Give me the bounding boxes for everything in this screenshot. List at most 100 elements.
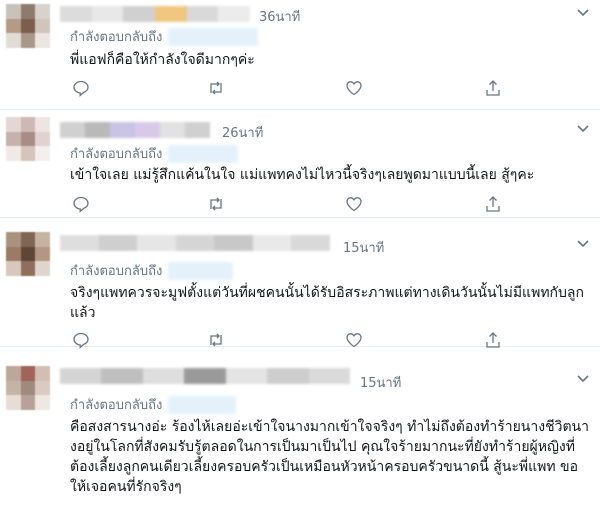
- name-pixel: [267, 368, 309, 384]
- name-pixel: [101, 368, 143, 384]
- name-pixel: [60, 6, 92, 22]
- tweet-actions: [70, 195, 570, 213]
- avatar-pixel: [20, 261, 36, 276]
- tweet-text: คือสงสารนางอ่ะ ร้องไห้เลยอ่ะเข้าใจนางมาก…: [70, 419, 589, 495]
- retweet-button[interactable]: [207, 195, 225, 213]
- name-pixel: [60, 235, 99, 251]
- replying-to-handle-blurred[interactable]: [168, 395, 237, 414]
- replying-to-label: กำลังตอบกลับถึง: [70, 30, 163, 45]
- avatar-pixel: [20, 18, 36, 34]
- reply-icon: [73, 196, 89, 213]
- replying-to: กำลังตอบกลับถึง: [70, 143, 239, 164]
- avatar[interactable]: [6, 4, 50, 48]
- avatar-pixel: [20, 366, 36, 381]
- reply-button[interactable]: [72, 79, 90, 97]
- avatar-pixel: [6, 246, 21, 262]
- replying-to-handle-blurred[interactable]: [168, 261, 234, 280]
- avatar-pixel: [20, 232, 36, 247]
- avatar[interactable]: [6, 366, 50, 410]
- avatar-pixel: [35, 18, 50, 34]
- avatar-pixel: [35, 232, 50, 247]
- name-pixel: [291, 235, 330, 251]
- chevron-down-icon[interactable]: [576, 6, 590, 20]
- name-pixel: [160, 122, 185, 138]
- timestamp[interactable]: 26นาที: [222, 122, 263, 143]
- user-name-blurred[interactable]: [60, 6, 250, 22]
- name-pixel: [85, 122, 110, 138]
- name-pixel: [186, 6, 219, 22]
- user-name-blurred[interactable]: [60, 235, 330, 251]
- replying-to-handle-blurred[interactable]: [168, 144, 239, 163]
- share-icon: [486, 80, 500, 96]
- name-pixel: [123, 6, 155, 22]
- share-icon: [486, 196, 500, 212]
- avatar-pixel: [6, 4, 21, 19]
- like-button[interactable]: [345, 195, 363, 213]
- avatar-pixel: [20, 4, 36, 19]
- name-pixel: [142, 368, 185, 384]
- name-pixel: [214, 235, 253, 251]
- timestamp[interactable]: 15นาที: [343, 237, 384, 258]
- avatar-pixel: [20, 33, 36, 48]
- reply-button[interactable]: [72, 195, 90, 213]
- avatar-pixel: [6, 366, 21, 381]
- name-pixel: [98, 235, 138, 251]
- retweet-icon: [210, 81, 222, 95]
- avatar-pixel: [35, 395, 50, 410]
- replying-to: กำลังตอบกลับถึง: [70, 26, 259, 47]
- avatar-pixel: [6, 261, 21, 276]
- timestamp[interactable]: 15นาที: [360, 372, 401, 393]
- name-pixel: [184, 368, 226, 384]
- avatar-pixel: [6, 146, 21, 161]
- replying-to: กำลังตอบกลับถึง: [70, 394, 237, 415]
- retweet-icon: [210, 197, 222, 211]
- avatar-pixel: [20, 380, 36, 396]
- like-button[interactable]: [345, 79, 363, 97]
- avatar-pixel: [20, 395, 36, 410]
- name-pixel: [110, 122, 135, 138]
- retweet-button[interactable]: [207, 79, 225, 97]
- avatar-pixel: [35, 33, 50, 48]
- timestamp[interactable]: 36นาที: [259, 6, 300, 27]
- share-button[interactable]: [484, 195, 502, 213]
- reply-tweet-3[interactable]: 15นาที กำลังตอบกลับถึง จริงๆแพทควรจะมูฟต…: [0, 217, 600, 349]
- avatar[interactable]: [6, 117, 50, 161]
- name-pixel: [60, 122, 85, 138]
- name-pixel: [154, 6, 187, 22]
- avatar-pixel: [35, 380, 50, 396]
- avatar-pixel: [6, 18, 21, 34]
- avatar-pixel: [20, 131, 36, 147]
- replying-to-label: กำลังตอบกลับถึง: [70, 147, 163, 162]
- avatar-pixel: [6, 131, 21, 147]
- avatar-pixel: [6, 117, 21, 132]
- chevron-down-icon[interactable]: [576, 372, 590, 386]
- replying-to-handle-blurred[interactable]: [168, 27, 259, 46]
- name-pixel: [137, 235, 176, 251]
- reply-tweet-2[interactable]: 26นาที กำลังตอบกลับถึง เข้าใจเลย แม่รู้ส…: [0, 109, 600, 218]
- name-pixel: [175, 235, 215, 251]
- share-button[interactable]: [484, 79, 502, 97]
- name-pixel: [185, 122, 210, 138]
- user-name-blurred[interactable]: [60, 122, 210, 138]
- name-pixel: [225, 368, 268, 384]
- replying-to-label: กำลังตอบกลับถึง: [70, 398, 163, 413]
- name-pixel: [308, 368, 350, 384]
- tweet-text: จริงๆแพทควรจะมูฟตั้งแต่วันที่ผชคนนั้นได้…: [70, 285, 584, 321]
- reply-tweet-1[interactable]: 36นาที กำลังตอบกลับถึง พี่แอฟก็คือให้กำล…: [0, 0, 600, 110]
- tweet-text: เข้าใจเลย แม่รู้สึกแค้นในใจ แม่แพทคงไม่ไ…: [70, 167, 535, 183]
- avatar-pixel: [35, 131, 50, 147]
- user-name-blurred[interactable]: [60, 368, 350, 384]
- name-pixel: [91, 6, 124, 22]
- replying-to: กำลังตอบกลับถึง: [70, 260, 234, 281]
- avatar-pixel: [6, 232, 21, 247]
- avatar[interactable]: [6, 232, 50, 276]
- tweet-actions: [70, 79, 570, 97]
- reply-tweet-4[interactable]: 15นาที กำลังตอบกลับถึง คือสงสารนางอ่ะ ร้…: [0, 346, 600, 530]
- avatar-pixel: [35, 146, 50, 161]
- avatar-pixel: [35, 117, 50, 132]
- heart-icon: [346, 197, 362, 212]
- avatar-pixel: [6, 380, 21, 396]
- name-pixel: [252, 235, 292, 251]
- chevron-down-icon[interactable]: [576, 122, 590, 136]
- chevron-down-icon[interactable]: [576, 237, 590, 251]
